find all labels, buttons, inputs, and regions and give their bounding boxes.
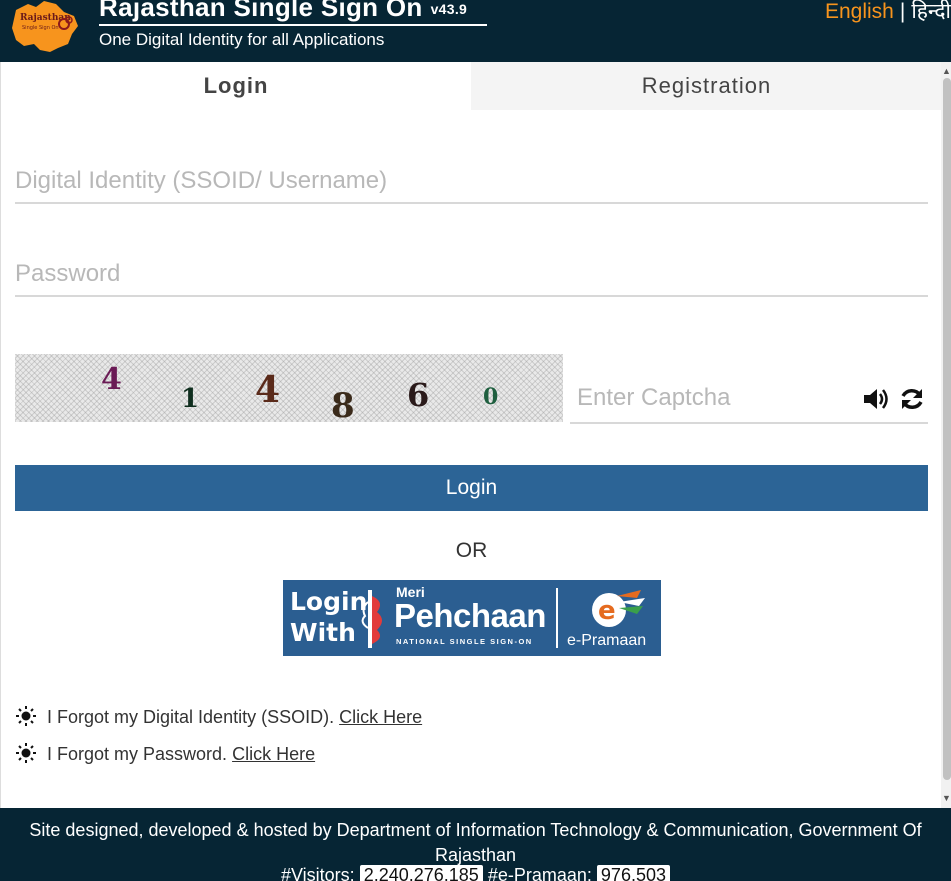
site-header: Rajasthan Single Sign On Rajasthan Singl… xyxy=(0,0,951,62)
captcha-digit: 4 xyxy=(101,362,122,397)
title-underline xyxy=(99,24,487,26)
forgot-password-text: I Forgot my Password. xyxy=(47,744,228,764)
epramaan-count-label: #e-Pramaan: xyxy=(487,865,592,881)
captcha-digit: 6 xyxy=(407,376,430,414)
login-panel: Login Registration 4 1 4 8 6 0 Login OR … xyxy=(0,62,943,808)
language-switcher: English | हिन्दी xyxy=(825,0,951,25)
lang-hindi-link[interactable]: हिन्दी xyxy=(911,0,951,23)
captcha-input[interactable] xyxy=(577,380,847,416)
password-input[interactable] xyxy=(15,253,928,295)
footer-credit: Site designed, developed & hosted by Dep… xyxy=(29,820,922,865)
or-divider: OR xyxy=(455,539,488,562)
pehchaan-divider xyxy=(556,588,558,648)
login-button[interactable]: Login xyxy=(15,465,928,511)
rajasthan-logo-icon: Rajasthan Single Sign On xyxy=(12,1,78,52)
forgot-password-link[interactable]: Click Here xyxy=(232,744,315,764)
forgot-ssoid-link[interactable]: Click Here xyxy=(339,707,422,727)
pehchaan-name: Pehchaan xyxy=(394,597,546,634)
volume-up-icon[interactable] xyxy=(862,386,890,412)
ssoid-field-wrapper xyxy=(15,160,928,204)
site-title: Rajasthan Single Sign On v43.9 xyxy=(99,0,468,22)
meri-pehchaan-login-button[interactable]: Login With Meri Pehchaan NATIONAL SINGLE … xyxy=(283,580,661,656)
pehchaan-tagline: NATIONAL SINGLE SIGN-ON xyxy=(396,637,533,646)
captcha-digit: 0 xyxy=(483,384,499,410)
captcha-digit: 1 xyxy=(181,384,200,414)
auth-tabs: Login Registration xyxy=(1,62,942,110)
svg-text:e: e xyxy=(598,596,616,626)
pehchaan-login-with: Login With xyxy=(290,587,368,647)
ssoid-input[interactable] xyxy=(15,160,928,202)
captcha-image: 4 1 4 8 6 0 xyxy=(15,354,563,426)
scroll-down-arrow-icon[interactable]: ▼ xyxy=(942,793,951,803)
tab-registration[interactable]: Registration xyxy=(471,62,942,110)
forgot-ssoid-text: I Forgot my Digital Identity (SSOID). xyxy=(47,707,335,727)
captcha-digit: 4 xyxy=(255,369,281,411)
pehchaan-emblem-icon xyxy=(361,590,382,648)
site-footer: Site designed, developed & hosted by Dep… xyxy=(0,808,951,881)
visitors-label: #Visitors: xyxy=(280,865,355,881)
captcha-digit: 8 xyxy=(331,386,355,426)
site-subtitle: One Digital Identity for all Application… xyxy=(99,30,385,49)
sun-icon xyxy=(16,743,36,763)
scroll-up-arrow-icon[interactable]: ▲ xyxy=(942,66,951,76)
scrollbar-thumb[interactable] xyxy=(943,78,951,780)
epramaan-count: 976,503 xyxy=(596,865,670,881)
footer-counters: #Visitors: 2,240,276,185 #e-Pramaan: 976… xyxy=(0,865,951,881)
captcha-field-wrapper xyxy=(570,380,928,424)
epramaan-label: e-Pramaan xyxy=(567,632,647,649)
sun-icon xyxy=(16,706,36,726)
svg-text:Single Sign On: Single Sign On xyxy=(22,25,59,31)
tab-login[interactable]: Login xyxy=(1,62,471,110)
visitors-count: 2,240,276,185 xyxy=(359,865,483,881)
lang-separator: | xyxy=(899,0,906,23)
svg-text:Rajasthan: Rajasthan xyxy=(20,13,71,23)
forgot-password-row: I Forgot my Password. Click Here xyxy=(15,742,315,765)
version-label: v43.9 xyxy=(430,1,468,17)
forgot-ssoid-row: I Forgot my Digital Identity (SSOID). Cl… xyxy=(15,705,422,728)
password-field-wrapper xyxy=(15,253,928,297)
refresh-icon[interactable] xyxy=(898,386,926,412)
epramaan-logo-icon: e xyxy=(592,590,645,627)
lang-english-link[interactable]: English xyxy=(825,0,894,23)
